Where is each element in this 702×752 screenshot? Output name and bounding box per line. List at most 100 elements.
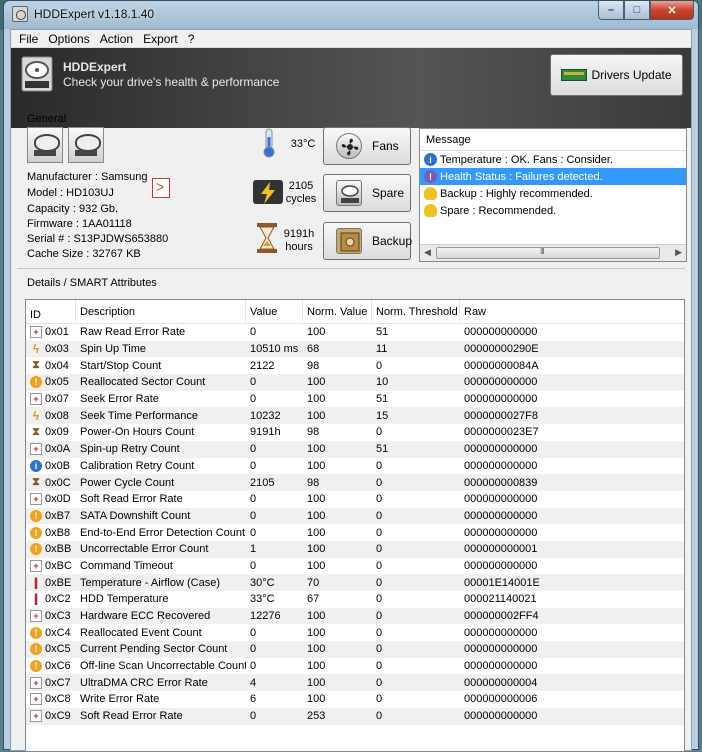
cell-norm-value: 100 xyxy=(307,443,326,456)
cell-value: 6 xyxy=(250,693,257,706)
pdf-icon[interactable] xyxy=(152,178,170,198)
scroll-left-icon[interactable]: ◀ xyxy=(424,247,431,258)
table-row[interactable]: +0xC9 Soft Read Error Rate 0 253 0 0000000000… xyxy=(26,707,684,725)
message-text: Spare : Recommended. xyxy=(440,204,557,217)
cycles-number: 2105 xyxy=(288,180,314,192)
table-row[interactable]: i 0x0B Calibration Retry Count 0 100 0 0000000… xyxy=(26,458,684,475)
cell-raw: 000000000001 xyxy=(464,543,538,556)
warning-icon: ! xyxy=(30,509,42,522)
spare-button[interactable]: Spare xyxy=(323,174,411,212)
attribute-id: 0xB8 xyxy=(45,526,71,539)
cell-value: 0 xyxy=(250,526,257,539)
table-row[interactable]: ⧗ 0x0C Power Cycle Count 2105 98 0 00000000083… xyxy=(26,474,684,491)
cell-norm-value: 100 xyxy=(307,376,326,389)
message-hscrollbar[interactable]: ◀ III ▶ xyxy=(420,244,686,261)
backup-button[interactable]: Backup xyxy=(323,222,412,260)
table-row[interactable]: ! 0xC5 Current Pending Sector Count 0 100 0 00… xyxy=(26,641,684,658)
scroll-thumb[interactable] xyxy=(436,247,660,259)
table-row[interactable]: ❙ 0xC2 HDD Temperature 33°C 67 0 000021140021 xyxy=(26,591,684,608)
app-window: HDDExpert v1.18.1.40 – □ ✕ File Options … xyxy=(3,0,699,752)
table-row[interactable]: ! 0xB7 SATA Downshift Count 0 100 0 0000000000… xyxy=(26,507,684,525)
cell-norm-value: 100 xyxy=(307,626,326,639)
table-row[interactable]: +0x07 Seek Error Rate 0 100 51 000000000000 xyxy=(26,391,684,408)
table-row[interactable]: ❙ 0xBE Temperature - Airflow (Case) 30°C 70 0… xyxy=(26,574,684,591)
table-row[interactable]: +0x0A Spin-up Retry Count 0 100 51 0000000000… xyxy=(26,440,684,458)
menu-file[interactable]: File xyxy=(15,32,44,46)
table-row[interactable]: ! 0x05 Reallocated Sector Count 0 100 10 00000… xyxy=(26,374,684,391)
cell-raw: 000000000000 xyxy=(464,459,538,472)
table-row[interactable]: ⧗ 0x09 Power-On Hours Count 9191h 98 0 0000000… xyxy=(26,424,684,441)
message-item-selected[interactable]: ! Health Status : Failures detected. xyxy=(420,168,686,185)
drive-1-icon[interactable] xyxy=(27,127,63,163)
table-row[interactable]: ϟ 0x03 Spin Up Time 10510 ms 68 11 00000000290… xyxy=(26,340,684,358)
cell-value: 9191h xyxy=(250,426,281,439)
table-row[interactable]: +0xC3 Hardware ECC Recovered 12276 100 0 0000… xyxy=(26,607,684,625)
table-row[interactable]: ! 0xB8 End-to-End Error Detection Count 0 10… xyxy=(26,524,684,541)
plus-icon: + xyxy=(30,326,42,339)
warning-icon: ! xyxy=(30,376,42,389)
table-row[interactable]: +0x01 Raw Read Error Rate 0 100 51 0000000000… xyxy=(26,324,684,341)
warning-icon: ! xyxy=(30,526,42,539)
message-panel[interactable]: Message i Temperature : OK. Fans : Consi… xyxy=(419,128,687,262)
cell-id: +0xBC xyxy=(26,559,76,572)
firmware-text: Firmware : 1AA01118 xyxy=(27,218,132,230)
cell-description: HDD Temperature xyxy=(80,593,169,606)
table-row[interactable]: ! 0xC4 Reallocated Event Count 0 100 0 0000000… xyxy=(26,624,684,641)
cell-threshold: 0 xyxy=(376,459,383,472)
table-row[interactable]: +0x0D Soft Read Error Rate 0 100 0 0000000000… xyxy=(26,491,684,508)
menu-export[interactable]: Export xyxy=(139,32,184,46)
drive-2-icon[interactable] xyxy=(68,127,104,163)
cell-raw: 000000000000 xyxy=(464,376,538,389)
drivers-update-button[interactable]: Drivers Update xyxy=(550,54,683,96)
cell-threshold: 51 xyxy=(376,443,389,456)
cache-text: Cache Size : 32767 KB xyxy=(27,248,141,260)
cell-value: 33°C xyxy=(250,593,275,606)
col-description[interactable]: Description xyxy=(76,300,246,324)
fans-button[interactable]: Fans xyxy=(323,127,411,165)
table-row[interactable]: +0xC7 UltraDMA CRC Error Rate 4 100 0 0000000… xyxy=(26,674,684,692)
cell-value: 0 xyxy=(250,493,257,506)
table-row[interactable]: +0xC8 Write Error Rate 6 100 0 000000000006 xyxy=(26,691,684,708)
title-bar[interactable]: HDDExpert v1.18.1.40 – □ ✕ xyxy=(4,1,698,29)
banner-title: HDDExpert xyxy=(63,60,127,74)
message-item[interactable]: i Temperature : OK. Fans : Consider. xyxy=(420,151,686,168)
col-norm-threshold[interactable]: Norm. Threshold xyxy=(372,300,460,324)
menu-options[interactable]: Options xyxy=(44,32,95,46)
cell-norm-value: 100 xyxy=(307,326,326,339)
close-button[interactable]: ✕ xyxy=(650,1,694,20)
attribute-id: 0x08 xyxy=(45,409,69,422)
attribute-id: 0x09 xyxy=(45,426,69,439)
plus-icon: + xyxy=(30,693,42,706)
cell-threshold: 0 xyxy=(376,660,383,673)
col-value[interactable]: Value xyxy=(246,300,303,324)
cell-value: 2105 xyxy=(250,476,275,489)
cell-value: 2122 xyxy=(250,359,275,372)
scroll-right-icon[interactable]: ▶ xyxy=(675,247,682,258)
menu-help[interactable]: ? xyxy=(184,32,201,46)
table-row[interactable]: ! 0xBB Uncorrectable Error Count 1 100 0 00000… xyxy=(26,540,684,558)
smart-table[interactable]: ID Description Value Norm. Value Norm. T… xyxy=(25,299,685,752)
cell-threshold: 0 xyxy=(376,476,383,489)
table-row[interactable]: ! 0xC6 Off-line Scan Uncorrectable Count 0 1… xyxy=(26,658,684,675)
col-raw[interactable]: Raw xyxy=(460,300,640,324)
cell-raw: 00001E14001E xyxy=(464,576,540,589)
cell-id: ❙ 0xBE xyxy=(26,577,76,589)
cell-value: 0 xyxy=(250,509,257,522)
table-row[interactable]: ⧗ 0x04 Start/Stop Count 2122 98 0 00000000084A xyxy=(26,357,684,374)
cell-raw: 000000000000 xyxy=(464,493,538,506)
attribute-id: 0xC9 xyxy=(45,710,71,723)
table-row[interactable]: ϟ 0x08 Seek Time Performance 10232 100 15 0000… xyxy=(26,407,684,425)
cell-value: 0 xyxy=(250,443,257,456)
thermometer-icon xyxy=(263,128,275,158)
message-item[interactable]: Spare : Recommended. xyxy=(420,202,686,219)
cell-norm-value: 100 xyxy=(307,543,326,556)
minimize-button[interactable]: – xyxy=(598,1,624,20)
col-norm-value[interactable]: Norm. Value xyxy=(303,300,372,324)
cell-threshold: 51 xyxy=(376,393,389,406)
maximize-button[interactable]: □ xyxy=(624,1,650,20)
table-row[interactable]: +0xBC Command Timeout 0 100 0 000000000000 xyxy=(26,558,684,575)
menu-action[interactable]: Action xyxy=(96,32,139,46)
message-item[interactable]: Backup : Highly recommended. xyxy=(420,185,686,202)
col-id[interactable]: ID xyxy=(26,300,76,324)
drivers-update-label: Drivers Update xyxy=(591,68,672,82)
